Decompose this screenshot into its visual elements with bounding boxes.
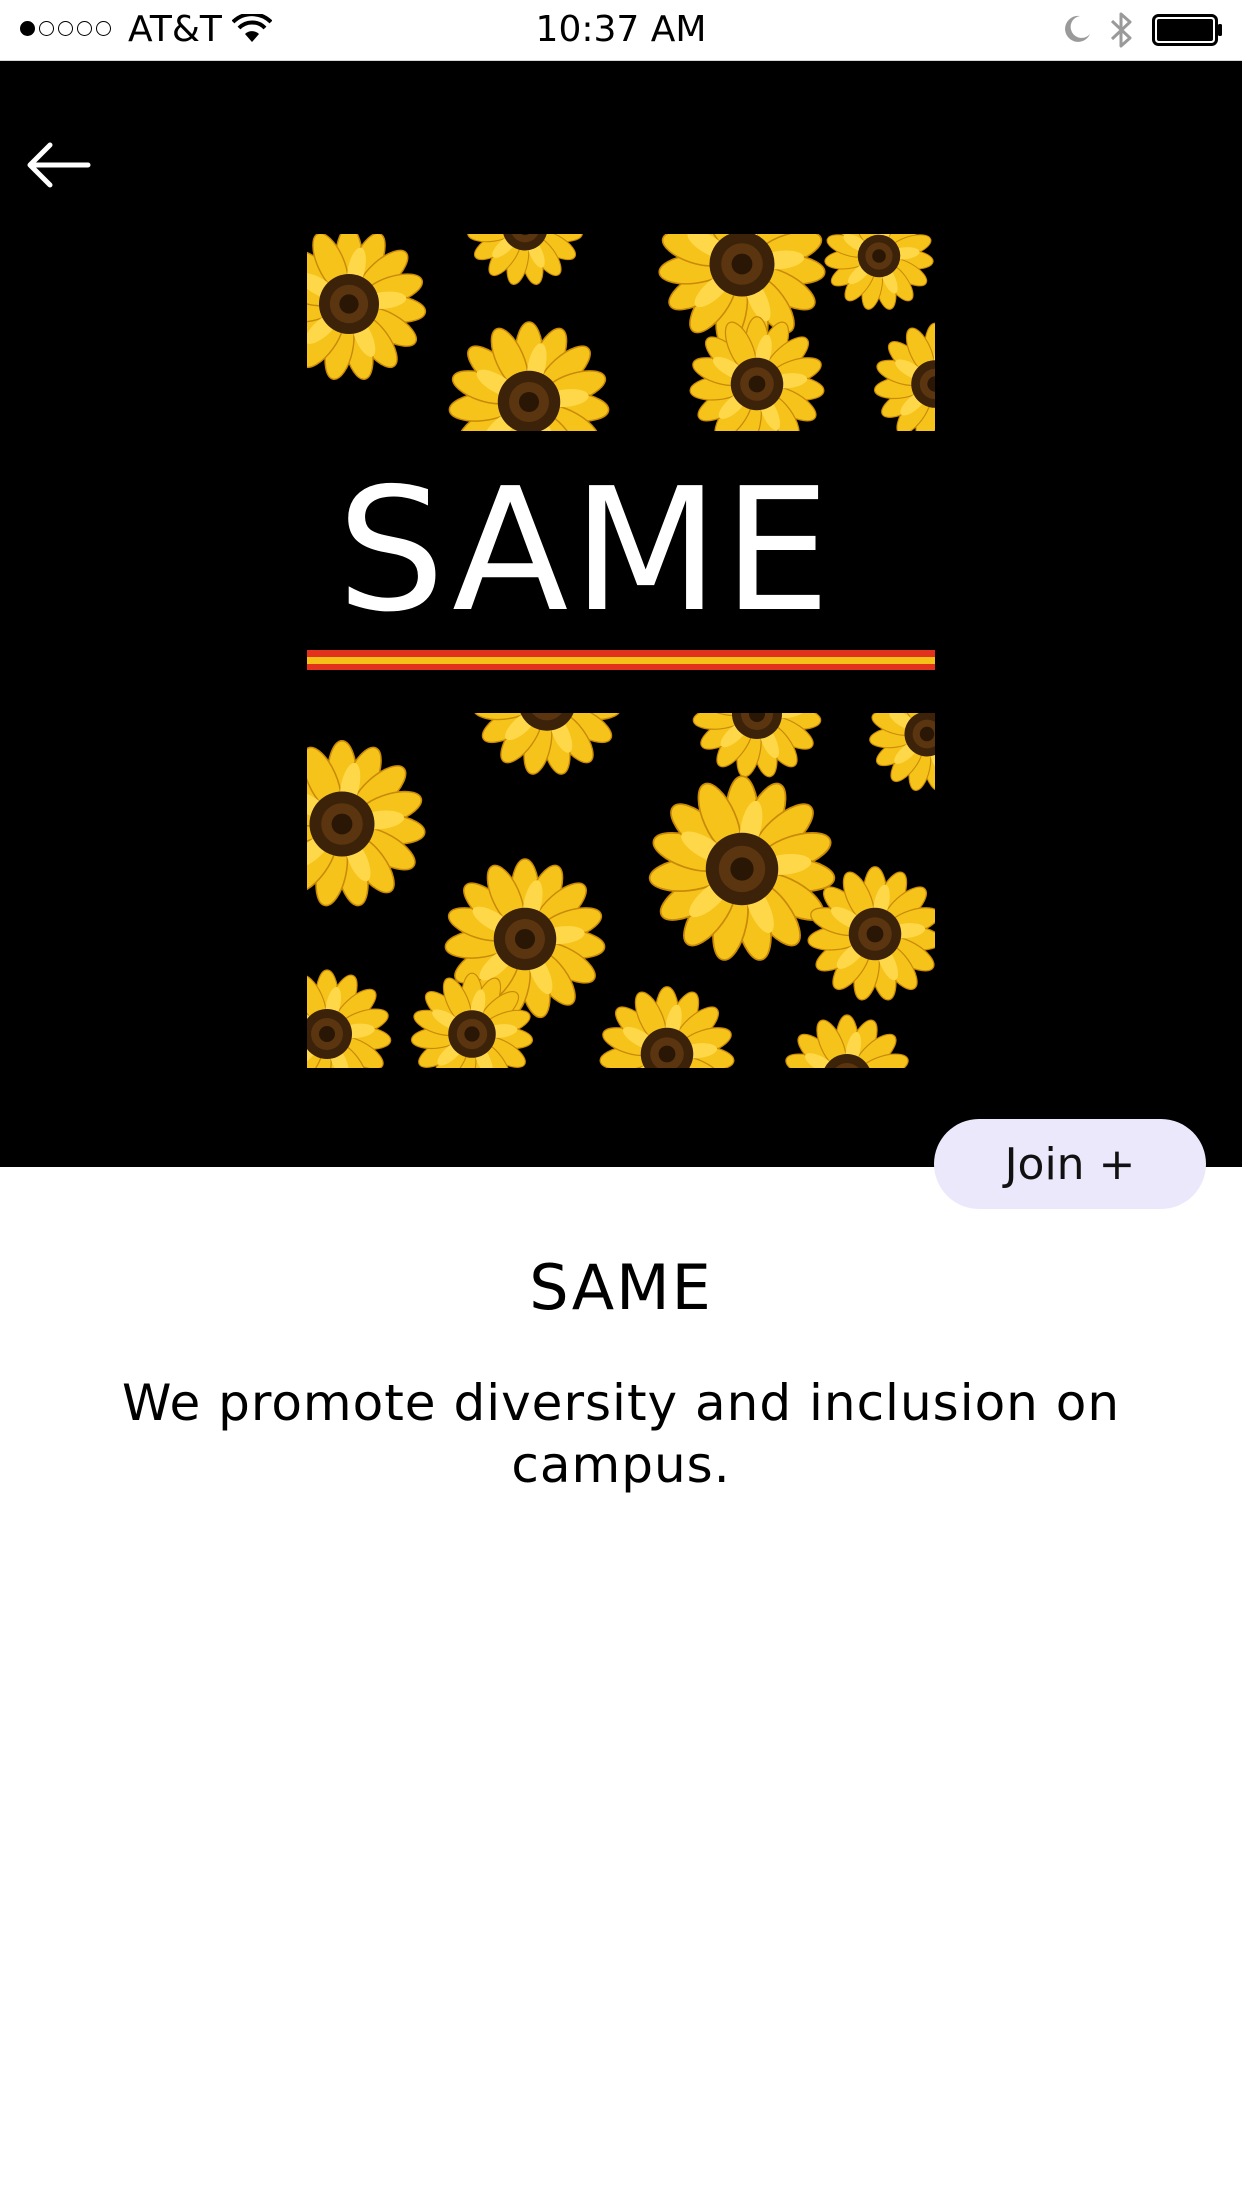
club-description: We promote diversity and inclusion on ca… — [121, 1374, 1121, 1494]
do-not-disturb-moon-icon — [1065, 15, 1090, 42]
club-name: SAME — [529, 1251, 713, 1324]
status-bar: AT&T 10:37 AM — [0, 0, 1242, 61]
battery-icon — [1152, 14, 1222, 46]
back-arrow-icon[interactable] — [20, 135, 100, 195]
cover-banner: SAME — [0, 61, 1242, 1167]
cover-title-text: SAME — [337, 452, 834, 650]
bluetooth-icon — [1110, 12, 1132, 48]
join-button[interactable]: Join + — [934, 1119, 1206, 1209]
sunflower-pattern-image: SAME — [307, 234, 935, 1068]
status-time: 10:37 AM — [535, 9, 707, 50]
club-cover-image: SAME — [307, 234, 935, 1068]
